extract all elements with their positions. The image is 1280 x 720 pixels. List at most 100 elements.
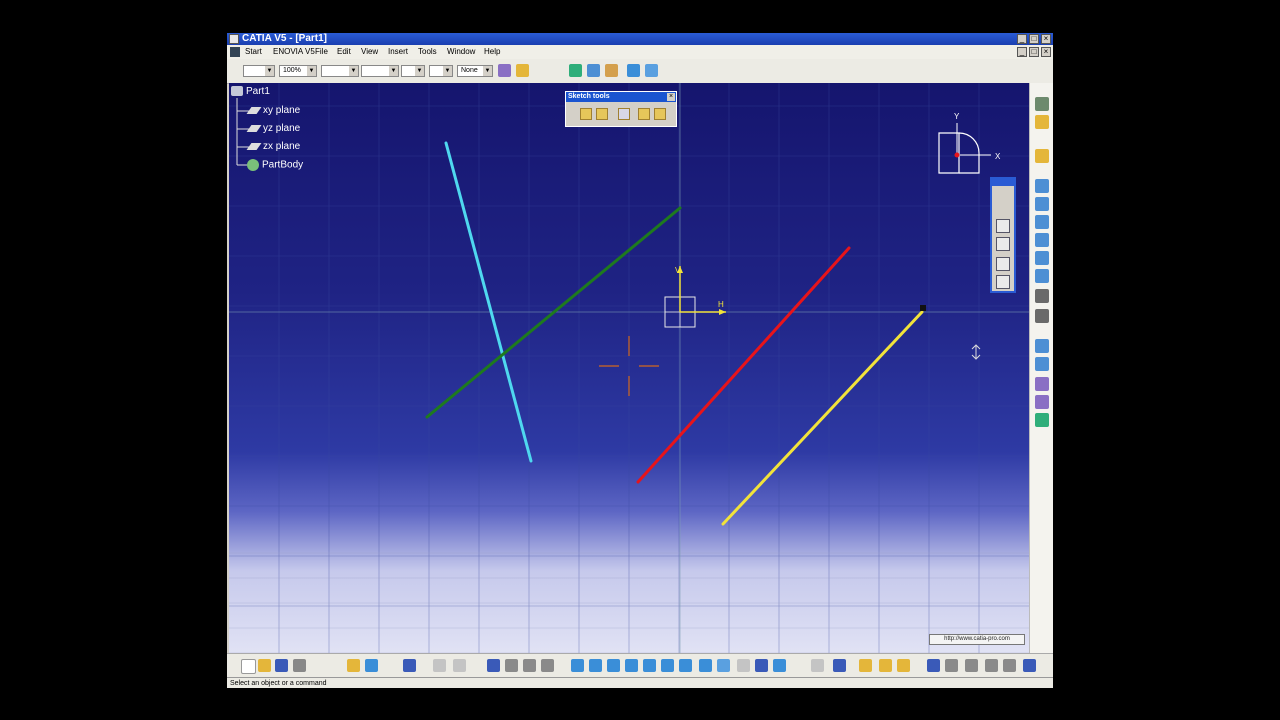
construction-element-icon[interactable] (618, 108, 630, 120)
profile-icon[interactable] (1035, 149, 1049, 163)
rectangle-tool-icon[interactable] (996, 257, 1010, 271)
cyan-sketch-line[interactable] (444, 141, 533, 463)
fit-all-icon[interactable] (589, 659, 602, 672)
new-icon[interactable] (241, 659, 256, 674)
draft-icon[interactable] (605, 64, 618, 77)
sketch-tools-title[interactable]: Sketch tools (566, 92, 676, 102)
layers-icon[interactable] (985, 659, 998, 672)
dimension-display-icon[interactable] (879, 659, 892, 672)
properties-icon[interactable] (1003, 659, 1016, 672)
fly-mode-icon[interactable] (571, 659, 584, 672)
menu-tools[interactable]: Tools (418, 45, 437, 59)
render-icon[interactable] (717, 659, 730, 672)
menu-file[interactable]: File (315, 45, 328, 59)
menu-insert[interactable]: Insert (388, 45, 408, 59)
visualization-icon[interactable] (811, 659, 824, 672)
surface-icon[interactable] (627, 64, 640, 77)
geometrical-constraints-icon[interactable] (638, 108, 650, 120)
spline-icon[interactable] (587, 64, 600, 77)
rotate-icon[interactable] (625, 659, 638, 672)
title-bar[interactable]: CATIA V5 - [Part1] _ □ × (227, 33, 1053, 45)
layer-select[interactable]: ▼ (321, 65, 359, 77)
format-icon[interactable] (516, 64, 529, 77)
menu-start[interactable]: Start (245, 45, 262, 59)
swap-space-icon[interactable] (755, 659, 768, 672)
pad-icon[interactable] (996, 275, 1010, 289)
line-type-select[interactable]: ▼ (401, 65, 425, 77)
close-button[interactable]: × (1041, 34, 1051, 44)
rotate-view-icon[interactable] (645, 64, 658, 77)
measure-icon[interactable] (505, 659, 518, 672)
point-type-select[interactable]: ▼ (429, 65, 453, 77)
corner-icon[interactable] (1035, 339, 1049, 353)
menu-edit[interactable]: Edit (337, 45, 351, 59)
filter-select[interactable]: None ▼ (457, 65, 493, 77)
sketch-line-icon[interactable] (569, 64, 582, 77)
line-endpoint-marker[interactable] (920, 305, 926, 311)
constraint-display-icon[interactable] (859, 659, 872, 672)
snap-to-point-icon[interactable] (596, 108, 608, 120)
print-icon[interactable] (293, 659, 306, 672)
tree-node-zx-plane[interactable]: zx plane (246, 141, 300, 152)
fx-formula-icon[interactable] (433, 659, 446, 672)
undo-icon[interactable] (365, 659, 378, 672)
green-sketch-line[interactable] (425, 206, 682, 419)
table-icon[interactable] (487, 659, 500, 672)
spline-icon[interactable] (1035, 233, 1049, 247)
zoom-select[interactable]: 100% ▼ (279, 65, 317, 77)
pan-icon[interactable] (607, 659, 620, 672)
3d-viewport[interactable]: H V Part1 xy plane yz plane zx plane Par… (229, 83, 1029, 678)
constraint-icon[interactable] (1035, 413, 1049, 427)
floating-toolbar-title[interactable] (992, 179, 1014, 186)
chamfer-icon[interactable] (1035, 357, 1049, 371)
doc-close-button[interactable]: × (1041, 47, 1051, 57)
tree-node-yz-plane[interactable]: yz plane (246, 123, 300, 134)
menu-view[interactable]: View (361, 45, 378, 59)
menu-help[interactable]: Help (484, 45, 500, 59)
knowledge-icon[interactable] (453, 659, 466, 672)
sketch-analysis-icon[interactable] (833, 659, 846, 672)
tree-node-partbody[interactable]: PartBody (247, 159, 303, 171)
zoom-in-icon[interactable] (643, 659, 656, 672)
iso-view-icon[interactable] (699, 659, 712, 672)
mirror-icon[interactable] (1035, 395, 1049, 409)
axis-icon[interactable] (1035, 289, 1049, 303)
save-icon[interactable] (275, 659, 288, 672)
doc-maximize-button[interactable]: □ (1029, 47, 1039, 57)
help-icon[interactable] (403, 659, 416, 672)
line-color-select[interactable]: ▼ (243, 65, 275, 77)
maximize-button[interactable]: □ (1029, 34, 1039, 44)
menu-window[interactable]: Window (447, 45, 475, 59)
doc-minimize-button[interactable]: _ (1017, 47, 1027, 57)
circle-icon[interactable] (1035, 215, 1049, 229)
grid-icon[interactable] (580, 108, 592, 120)
line-icon[interactable] (1035, 269, 1049, 283)
profile-icon[interactable] (996, 219, 1010, 233)
menu-enovia[interactable]: ENOVIA V5 (273, 45, 315, 59)
tree-node-xy-plane[interactable]: xy plane (246, 105, 300, 116)
hatch-icon[interactable] (996, 237, 1010, 251)
painter-icon[interactable] (498, 64, 511, 77)
zoom-out-icon[interactable] (661, 659, 674, 672)
open-icon[interactable] (258, 659, 271, 672)
sketch-icon[interactable] (1035, 115, 1049, 129)
sketch-tools-close-button[interactable]: × (667, 93, 675, 101)
trim-icon[interactable] (1035, 377, 1049, 391)
geometry-display-icon[interactable] (897, 659, 910, 672)
tool-icon[interactable] (523, 659, 536, 672)
list-icon[interactable] (945, 659, 958, 672)
line-rect-icon[interactable] (1035, 197, 1049, 211)
grid-settings-icon[interactable] (965, 659, 978, 672)
compass-widget[interactable]: X Y (929, 103, 1009, 183)
analyze-icon[interactable] (541, 659, 554, 672)
ellipse-icon[interactable] (1035, 251, 1049, 265)
exit-workbench-icon[interactable] (1035, 97, 1049, 111)
point-icon[interactable] (1035, 309, 1049, 323)
cut-part-icon[interactable] (773, 659, 786, 672)
red-sketch-line[interactable] (636, 246, 851, 484)
snap-icon[interactable] (927, 659, 940, 672)
line-weight-select[interactable]: ▼ (361, 65, 399, 77)
whats-this-icon[interactable] (1023, 659, 1036, 672)
tree-node-part1[interactable]: Part1 (231, 86, 270, 97)
yellow-sketch-line[interactable] (721, 310, 924, 526)
